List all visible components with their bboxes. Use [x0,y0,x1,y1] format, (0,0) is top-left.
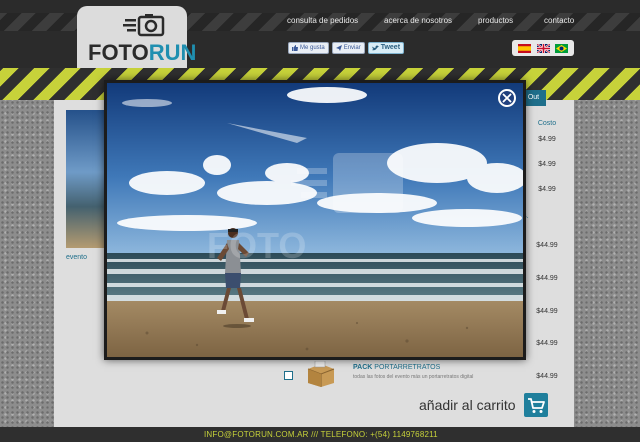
footer-contact: INFO@FOTORUN.COM.AR /// TELEFONO: +(54) … [204,430,438,439]
pack-title-rest: PORTARRETRATOS [374,364,441,371]
pack-title-bold: PACK [353,364,373,371]
like-label: Me gusta [300,45,325,51]
logo[interactable]: FOTORUN [77,6,196,68]
add-to-cart-button[interactable] [524,393,548,417]
nav-acerca-de-nosotros[interactable]: acerca de nosotros [384,16,452,25]
nav-contacto[interactable]: contacto [544,16,574,25]
pack-title: PACK PORTARRETRATOS [353,364,440,371]
add-to-cart-label[interactable]: añadir al carrito [419,397,516,413]
price-lower-1: $44.99 [536,242,558,249]
photo-lightbox: FOTO [104,80,526,360]
uk-flag-icon[interactable] [536,43,550,53]
package-box-icon [307,361,335,387]
pack-price: $44.99 [536,373,558,380]
logo-text: FOTORUN [88,40,196,66]
nav-consulta-de-pedidos[interactable]: consulta de pedidos [287,16,358,25]
brazil-flag-icon[interactable] [555,43,569,53]
price-lower-2: $44.99 [536,275,558,282]
like-button[interactable]: Me gusta [288,42,329,54]
shopping-cart-icon [528,398,545,413]
thumbs-up-icon [292,45,298,51]
camera-logo-icon [123,14,165,37]
pack-checkbox[interactable] [284,371,293,380]
runner-beach-photo: FOTO [107,83,523,357]
gravel-background-right [574,100,640,427]
price-top-2: $4.99 [538,161,556,168]
footer: INFO@FOTORUN.COM.AR /// TELEFONO: +(54) … [0,427,640,442]
tweet-button[interactable]: Tweet [367,42,405,54]
nav-productos[interactable]: productos [478,16,513,25]
watermark-text: FOTO [207,225,306,266]
pack-description: todas las fotos del evento más un portar… [353,374,474,380]
send-label: Enviar [343,45,361,51]
price-top-3: $4.99 [538,186,556,193]
event-label[interactable]: evento [66,254,87,261]
cost-header: Costo [537,120,557,127]
send-icon [335,45,342,51]
price-lower-3: $44.99 [536,308,558,315]
language-selector [512,40,574,56]
logo-suffix: RUN [148,40,197,65]
twitter-bird-icon [371,45,379,51]
social-buttons: Me gusta Enviar Tweet [288,42,405,54]
tweet-label: Tweet [380,44,401,51]
spanish-flag-icon[interactable] [517,43,531,53]
gravel-background-left [0,100,54,427]
logo-prefix: FOTO [88,40,149,65]
close-lightbox-button[interactable] [498,89,516,107]
close-icon [502,93,512,103]
send-button[interactable]: Enviar [331,42,365,54]
header: FOTORUN consulta de pedidos acerca de no… [0,0,640,68]
event-thumbnail[interactable] [66,110,106,248]
price-top-1: $4.99 [538,136,556,143]
price-lower-4: $44.99 [536,340,558,347]
